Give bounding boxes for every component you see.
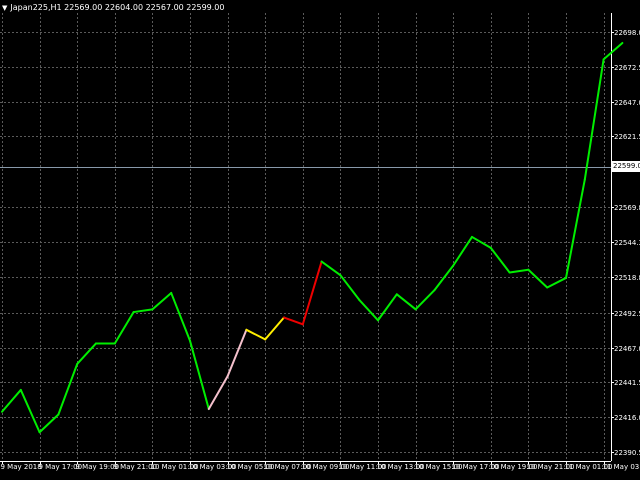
price-axis-label: 22647.05 [614,98,640,107]
price-axis-label: 22441.55 [614,378,640,387]
price-axis-label: 22467.05 [614,344,640,353]
price-line-segment [546,276,567,289]
price-line-segment [471,235,492,249]
price-line-segment [358,298,379,322]
price-line-segment [245,328,267,341]
price-line-segment [226,328,248,378]
price-line-segment [583,58,605,181]
price-line-segment [489,246,511,274]
price-line-segment [508,268,530,274]
price-axis-label: 22569.80 [614,203,640,212]
price-axis-label: 22518.80 [614,273,640,282]
price-axis-label: 22698.05 [614,28,640,37]
price-axis-label: 22416.05 [614,413,640,422]
price-line-segment [151,291,173,311]
price-line-segment [565,178,586,279]
price-line-segment [57,362,79,416]
price-line-segment [264,316,285,341]
time-axis-label: 9 May 2018 [0,463,42,471]
price-line-segment [170,291,191,342]
grid [0,13,611,461]
price-line-segment [395,293,417,311]
price-axis-label: 22492.55 [614,309,640,318]
price-line-segment [414,289,436,311]
price-axis-label: 22544.30 [614,238,640,247]
price-line-segment [301,260,323,326]
price-axis-label: 22390.55 [614,448,640,457]
price-line-segment [283,316,304,326]
price-line-segment [189,339,210,411]
symbol-ohlc-text: Japan225,H1 22569.00 22604.00 22567.00 2… [10,3,225,12]
axes [0,13,614,464]
price-line-segment [452,235,473,267]
price-line-segment [132,308,154,314]
price-line-segment [527,268,549,289]
chart-window[interactable]: ▼ Japan225,H1 22569.00 22604.00 22567.00 … [0,0,640,480]
down-triangle-icon[interactable]: ▼ [2,4,7,12]
price-axis-label: 22621.55 [614,132,640,141]
price-axis-label: 22672.55 [614,63,640,72]
price-line-segment [19,388,41,434]
price-line-segment [207,375,229,411]
price-line-segment [320,260,342,277]
price-chart[interactable] [0,0,640,480]
price-line-segment [113,311,135,345]
current-price-badge: 22599.00 [611,161,640,172]
price-line-segment [377,293,398,322]
price-line-segment [602,41,624,61]
price-line-segment [339,274,361,301]
time-axis-label: 11 May 03:00 [602,463,640,471]
price-line-segment [76,342,97,365]
price-line-segment [1,388,22,413]
price-line [1,41,624,434]
symbol-header[interactable]: ▼ Japan225,H1 22569.00 22604.00 22567.00 … [2,3,224,13]
